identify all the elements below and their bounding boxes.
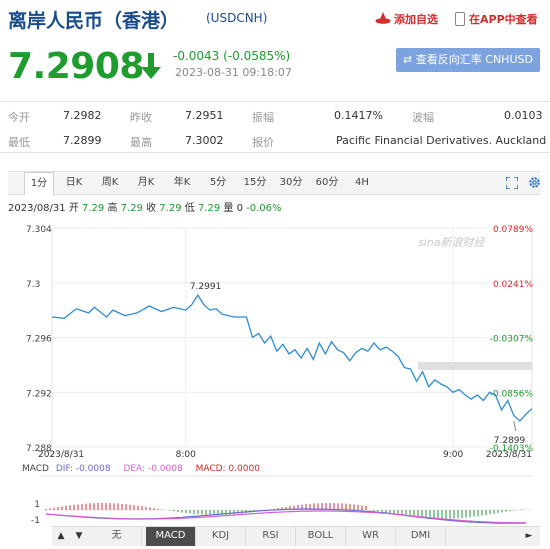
y-tick-label: 7.304	[26, 225, 52, 235]
x-tick-label: 2023/8/31	[486, 450, 532, 460]
hat-icon	[375, 12, 391, 24]
quoter-label: 报价	[252, 136, 274, 149]
tab-indicator-none[interactable]: 无	[92, 527, 142, 546]
low-annotation-leader	[513, 420, 517, 432]
sina-watermark: sina新浪财经	[418, 236, 485, 249]
tab-15min[interactable]: 15分	[240, 172, 270, 195]
page-title: 离岸人民币（香港）	[8, 10, 180, 32]
chart-scroll-button[interactable]: ►	[522, 529, 536, 543]
tab-indicator-dmi[interactable]: DMI	[396, 527, 446, 546]
macd-tick-label: -1	[31, 516, 40, 526]
next-indicator-button[interactable]: ▼	[72, 529, 86, 543]
x-tick-label: 2023/8/31	[38, 450, 84, 460]
volatility-label: 波幅	[412, 111, 434, 124]
title-row: 离岸人民币（香港） (USDCNH) 添加自选 在APP中查看	[0, 0, 550, 38]
y-tick-label: 7.292	[26, 389, 52, 399]
pct-tick-label: 0.0789%	[493, 225, 533, 235]
fullscreen-icon[interactable]	[506, 177, 518, 189]
tab-4h[interactable]: 4H	[348, 172, 376, 195]
arrow-down-icon	[141, 53, 161, 79]
high-annotation: 7.2991	[190, 282, 222, 292]
tab-indicator-macd[interactable]: MACD	[146, 527, 196, 546]
ohlc-close-label: 收	[146, 203, 157, 214]
low-annotation: 7.2899	[494, 436, 526, 446]
add-to-watchlist-button[interactable]: 添加自选	[375, 11, 438, 27]
ohlc-close: 7.29	[159, 203, 182, 214]
gear-icon[interactable]	[528, 176, 541, 189]
low-label: 最低	[8, 136, 30, 149]
tab-1min[interactable]: 1分	[24, 172, 54, 195]
ohlc-date: 2023/08/31	[8, 203, 66, 214]
macd-dea: DEA: -0.0008	[123, 464, 183, 474]
add-to-watchlist-label: 添加自选	[394, 13, 438, 26]
ohlc-low-label: 低	[184, 203, 195, 214]
quote-timestamp: 2023-08-31 09:18:07	[175, 66, 292, 79]
amplitude-value: 0.1417%	[334, 109, 383, 122]
phone-icon	[455, 12, 465, 26]
macd-legend: MACD DIF: -0.0008 DEA: -0.0008 MACD: 0.0…	[22, 464, 260, 474]
open-label: 今开	[8, 111, 30, 124]
macd-title: MACD	[22, 464, 49, 474]
intraday-chart[interactable]: 7.3047.37.2967.2927.2880.0789%0.0241%-0.…	[0, 214, 550, 526]
quote-stats: 今开 7.2982 昨收 7.2951 振幅 0.1417% 波幅 0.0103…	[0, 101, 550, 153]
tab-monthly[interactable]: 月K	[132, 172, 160, 195]
high-label: 最高	[130, 136, 152, 149]
ohlc-vol-label: 量	[223, 203, 234, 214]
ohlc-high: 7.29	[120, 203, 143, 214]
x-tick-label: 9:00	[443, 450, 463, 460]
prev-indicator-button[interactable]: ▲	[54, 529, 68, 543]
macd-dif: DIF: -0.0008	[55, 464, 111, 474]
open-value: 7.2982	[63, 109, 102, 122]
tab-30min[interactable]: 30分	[276, 172, 306, 195]
volatility-value: 0.0103	[504, 109, 543, 122]
ohlc-summary: 2023/08/31 开 7.29 高 7.29 收 7.29 低 7.29 量…	[8, 199, 282, 214]
reverse-rate-label: 查看反向汇率 CNHUSD	[415, 53, 533, 66]
ohlc-high-label: 高	[107, 203, 118, 214]
price-line	[51, 293, 533, 422]
ohlc-open-label: 开	[68, 203, 79, 214]
tab-yearly[interactable]: 年K	[168, 172, 196, 195]
tab-indicator-wr[interactable]: WR	[346, 527, 396, 546]
price-change: -0.0043 (-0.0585%)	[173, 49, 291, 63]
tab-5min[interactable]: 5分	[204, 172, 232, 195]
ohlc-change: -0.06%	[246, 203, 282, 214]
tab-weekly[interactable]: 周K	[96, 172, 124, 195]
prev-close-band	[418, 362, 532, 370]
swap-icon: ⇄	[403, 53, 416, 66]
reverse-rate-button[interactable]: ⇄ 查看反向汇率 CNHUSD	[396, 48, 540, 72]
tab-indicator-boll[interactable]: BOLL	[296, 527, 346, 546]
macd-tick-label: 1	[34, 500, 40, 510]
ohlc-low: 7.29	[197, 203, 221, 214]
tab-indicator-kdj[interactable]: KDJ	[196, 527, 246, 546]
indicator-tabs: ▲ ▼ 无 MACD KDJ RSI BOLL WR DMI ►	[52, 526, 540, 546]
price-row: 7.2908 -0.0043 (-0.0585%) 2023-08-31 09:…	[0, 38, 550, 92]
y-tick-label: 7.3	[26, 280, 40, 290]
quoter-value: Pacific Financial Derivatives. Auckland	[336, 134, 547, 147]
prev-close-label: 昨收	[130, 111, 152, 124]
x-tick-label: 8:00	[176, 450, 196, 460]
prev-close-value: 7.2951	[185, 109, 224, 122]
macd-value: MACD: 0.0000	[195, 464, 260, 474]
view-in-app-button[interactable]: 在APP中查看	[455, 11, 538, 27]
low-value: 7.2899	[63, 134, 102, 147]
view-in-app-label: 在APP中查看	[469, 13, 538, 26]
ohlc-open: 7.29	[82, 203, 105, 214]
pct-tick-label: 0.0241%	[493, 280, 533, 290]
ohlc-vol: 0	[236, 203, 243, 214]
tab-60min[interactable]: 60分	[312, 172, 342, 195]
pct-tick-label: -0.0307%	[490, 335, 534, 345]
y-tick-label: 7.296	[26, 335, 52, 345]
high-value: 7.3002	[185, 134, 224, 147]
ticker-code: (USDCNH)	[206, 11, 268, 25]
tab-daily[interactable]: 日K	[60, 172, 88, 195]
period-tabs: 1分 日K 周K 月K 年K 5分 15分 30分 60分 4H	[8, 171, 540, 195]
current-price: 7.2908	[8, 46, 144, 87]
amplitude-label: 振幅	[252, 111, 274, 124]
tab-indicator-rsi[interactable]: RSI	[246, 527, 296, 546]
